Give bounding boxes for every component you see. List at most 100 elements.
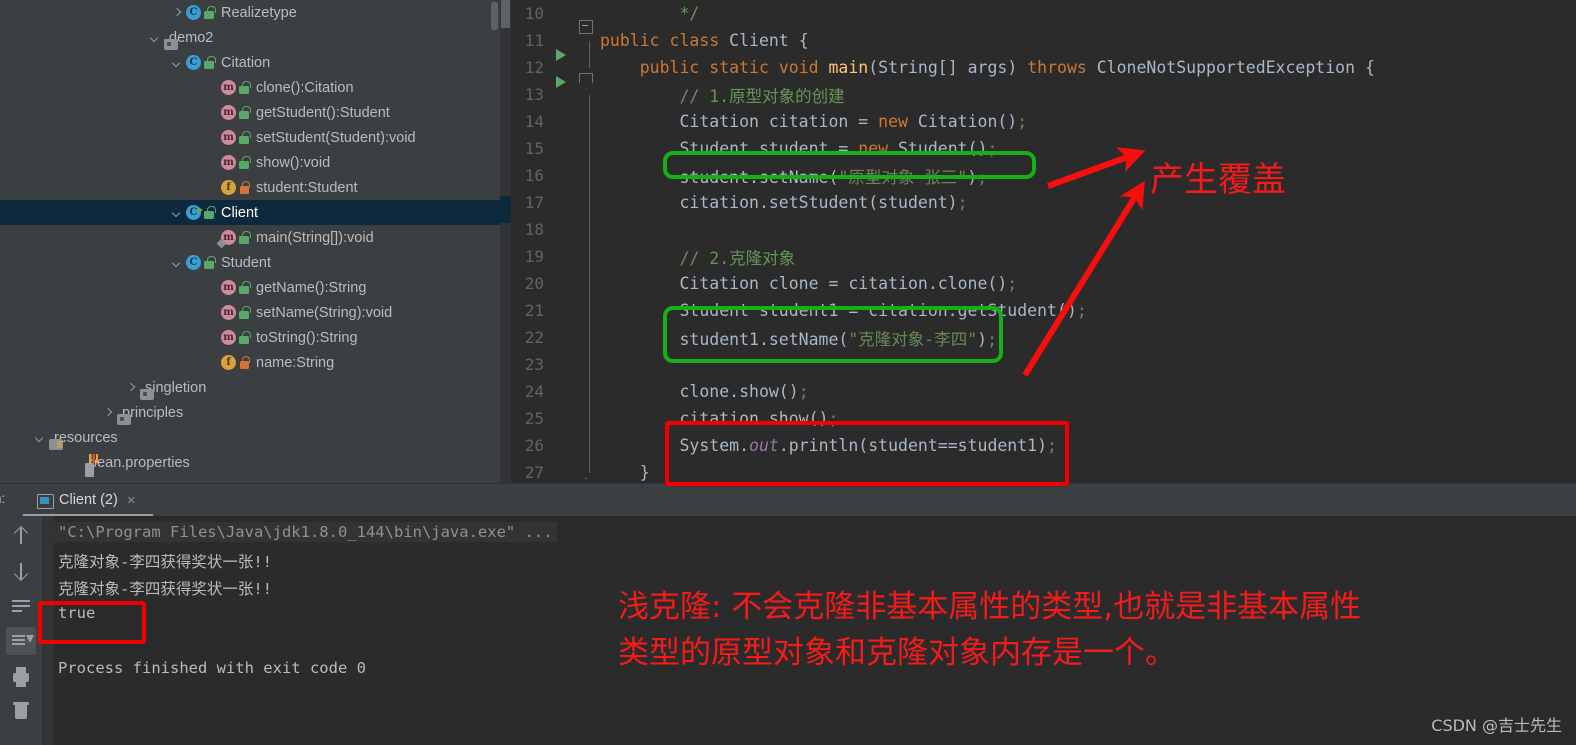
- code-line[interactable]: 22 student1.setName("克隆对象-李四");: [500, 324, 1576, 365]
- chevron-down-icon[interactable]: [170, 256, 183, 269]
- method-run-icon: m: [216, 230, 236, 249]
- tree-row-label: bean.properties: [89, 454, 190, 471]
- tree-row[interactable]: m getStudent():Student: [0, 100, 500, 125]
- tree-row[interactable]: f name:String: [0, 350, 500, 375]
- tree-row[interactable]: f student:Student: [0, 175, 500, 200]
- chevron-down-icon[interactable]: [148, 31, 161, 44]
- run-toolbar[interactable]: [0, 516, 42, 745]
- tree-row[interactable]: m setName(String):void: [0, 300, 500, 325]
- code-line[interactable]: 21 Student student1 = citation.getStuden…: [500, 297, 1576, 338]
- lock-open-icon: [239, 106, 251, 119]
- code-text: // 1.原型对象的创建: [598, 83, 844, 107]
- project-tree-list[interactable]: C Realizetype demo2 C Citation m clone():Citat…: [0, 0, 500, 475]
- code-token: {: [1364, 58, 1375, 77]
- code-text: student1.setName("克隆对象-李四");: [598, 326, 997, 350]
- tree-row[interactable]: singletion: [0, 375, 500, 400]
- code-token: "克隆对象-李四": [848, 329, 978, 349]
- tree-row[interactable]: m clone():Citation: [0, 75, 500, 100]
- code-line[interactable]: 16 student.setName("原型对象-张三");: [500, 162, 1576, 203]
- tree-row[interactable]: demo2: [0, 25, 500, 50]
- field-icon: f: [221, 180, 236, 195]
- code-line[interactable]: 23: [500, 351, 1576, 392]
- soft-wrap-icon[interactable]: [6, 592, 36, 620]
- code-line[interactable]: 25 citation.show();: [500, 405, 1576, 446]
- close-icon[interactable]: ×: [127, 493, 136, 508]
- console-line: 克隆对象-李四获得奖状一张!!: [58, 553, 272, 571]
- lock-open-icon: [239, 231, 251, 244]
- tree-row-label: show():void: [256, 154, 331, 171]
- code-line[interactable]: 15 Student student = new Student();: [500, 135, 1576, 176]
- tree-row-label: student:Student: [256, 179, 358, 196]
- up-arrow-icon[interactable]: [6, 522, 36, 550]
- tree-row[interactable]: principles: [0, 400, 500, 425]
- tree-row[interactable]: C Student: [0, 250, 500, 275]
- code-line[interactable]: 11 public class Client {: [500, 27, 1576, 68]
- line-number: 10: [524, 4, 544, 23]
- tree-row[interactable]: bean.properties: [0, 450, 500, 475]
- tree-row[interactable]: m toString():String: [0, 325, 500, 350]
- code-text: public static void main(String[] args) t…: [598, 58, 1375, 77]
- code-token: main: [828, 58, 869, 77]
- code-text: // 2.克隆对象: [598, 245, 795, 269]
- tree-row-label: setStudent(Student):void: [256, 129, 416, 146]
- code-line[interactable]: 10 */: [500, 0, 1576, 27]
- code-line[interactable]: 13 // 1.原型对象的创建: [500, 81, 1576, 122]
- chevron-right-icon[interactable]: [170, 6, 183, 19]
- tree-row[interactable]: m main(String[]):void: [0, 225, 500, 250]
- line-number: 27: [524, 463, 544, 482]
- code-text: public class Client {: [598, 31, 809, 50]
- scroll-to-end-icon[interactable]: [6, 627, 36, 655]
- annotation-shallow-clone-line2: 类型的原型对象和克隆对象内存是一个。: [618, 635, 1176, 671]
- tree-row[interactable]: m setStudent(Student):void: [0, 125, 500, 150]
- line-number: 23: [524, 355, 544, 374]
- code-token: ;: [1017, 112, 1028, 131]
- code-token: ;: [1076, 301, 1087, 320]
- chevron-down-icon[interactable]: [170, 56, 183, 69]
- code-line[interactable]: 12 public static void main(String[] args…: [500, 54, 1576, 88]
- chevron-right-icon[interactable]: [101, 406, 114, 419]
- code-line[interactable]: 20 Citation clone = citation.clone();: [500, 270, 1576, 311]
- chevron-down-icon[interactable]: [33, 431, 46, 444]
- code-editor[interactable]: 10 */ 11 public class Client { 12 public st…: [500, 0, 1576, 484]
- code-line[interactable]: 14 Citation citation = new Citation();: [500, 108, 1576, 149]
- project-tree-scrollbar[interactable]: [491, 2, 498, 30]
- down-arrow-icon[interactable]: [6, 557, 36, 585]
- tree-row[interactable]: C Realizetype: [0, 0, 500, 25]
- tree-row-label: singletion: [145, 379, 207, 396]
- line-number: 11: [524, 31, 544, 50]
- code-line[interactable]: 17 citation.setStudent(student);: [500, 189, 1576, 230]
- tree-row[interactable]: m show():void: [0, 150, 500, 175]
- run-tab-bar[interactable]: n: Client (2) ×: [0, 484, 1576, 517]
- print-icon[interactable]: [6, 662, 36, 690]
- code-token: CloneNotSupportedException: [1096, 58, 1365, 77]
- code-line[interactable]: 26 System.out.println(student==student1)…: [500, 432, 1576, 473]
- tree-row[interactable]: C Client: [0, 200, 500, 225]
- method-icon: m: [221, 80, 236, 95]
- chevron-down-icon[interactable]: [170, 206, 183, 219]
- line-number: 24: [524, 382, 544, 401]
- code-token: throws: [1027, 58, 1097, 77]
- trash-icon[interactable]: [6, 697, 36, 725]
- code-line[interactable]: 18: [500, 216, 1576, 257]
- tree-row[interactable]: resources: [0, 425, 500, 450]
- lock-open-icon: [239, 81, 251, 94]
- method-icon: m: [221, 155, 236, 170]
- code-token: */: [679, 4, 700, 23]
- code-line[interactable]: 19 // 2.克隆对象: [500, 243, 1576, 284]
- chevron-right-icon[interactable]: [124, 381, 137, 394]
- tree-row[interactable]: m getName():String: [0, 275, 500, 300]
- code-line[interactable]: 24 clone.show();: [500, 378, 1576, 419]
- code-line[interactable]: 27 }: [500, 459, 1576, 484]
- code-token: "原型对象-张三": [838, 167, 968, 187]
- tree-row-label: principles: [122, 404, 184, 421]
- editor-code-lines[interactable]: 10 */ 11 public class Client { 12 public st…: [500, 0, 1576, 484]
- tree-row[interactable]: C Citation: [0, 50, 500, 75]
- code-token: Student student =: [600, 139, 859, 158]
- project-tree-panel[interactable]: C Realizetype demo2 C Citation m clone():Citat…: [0, 0, 500, 484]
- run-tab-client[interactable]: Client (2) ×: [29, 484, 144, 516]
